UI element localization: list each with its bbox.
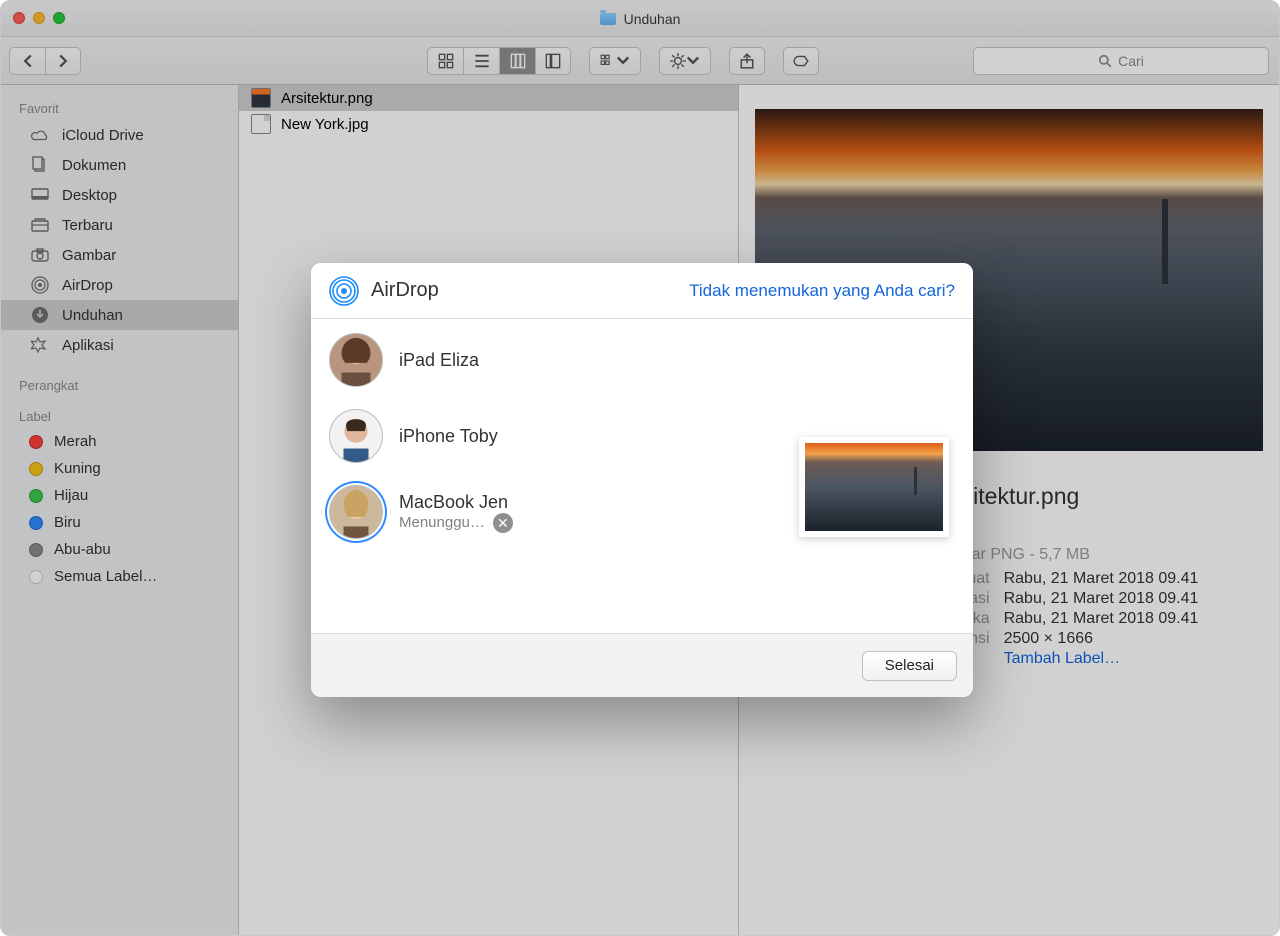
done-button[interactable]: Selesai: [862, 651, 957, 681]
recipient-name: iPhone Toby: [399, 426, 498, 447]
airdrop-body: iPad Eliza iPhone Toby M: [311, 319, 973, 633]
recipient-list: iPad Eliza iPhone Toby M: [329, 333, 513, 619]
airdrop-help-link[interactable]: Tidak menemukan yang Anda cari?: [689, 281, 955, 301]
airdrop-header: AirDrop Tidak menemukan yang Anda cari?: [311, 263, 973, 319]
airdrop-sheet: AirDrop Tidak menemukan yang Anda cari? …: [311, 263, 973, 697]
recipient[interactable]: MacBook Jen Menunggu… ✕: [329, 485, 513, 539]
airdrop-icon: [329, 276, 359, 306]
avatar: [329, 333, 383, 387]
thumb-image: [805, 443, 943, 531]
recipient-name: iPad Eliza: [399, 350, 479, 371]
recipient[interactable]: iPad Eliza: [329, 333, 513, 387]
share-preview-thumb: [799, 437, 949, 537]
airdrop-footer: Selesai: [311, 633, 973, 697]
avatar: [329, 409, 383, 463]
recipient-name: MacBook Jen: [399, 492, 513, 513]
recipient[interactable]: iPhone Toby: [329, 409, 513, 463]
finder-window: Unduhan: [0, 0, 1280, 936]
avatar: [329, 485, 383, 539]
recipient-status: Menunggu…: [399, 514, 485, 531]
cancel-transfer-button[interactable]: ✕: [493, 513, 513, 533]
airdrop-title: AirDrop: [371, 279, 439, 302]
